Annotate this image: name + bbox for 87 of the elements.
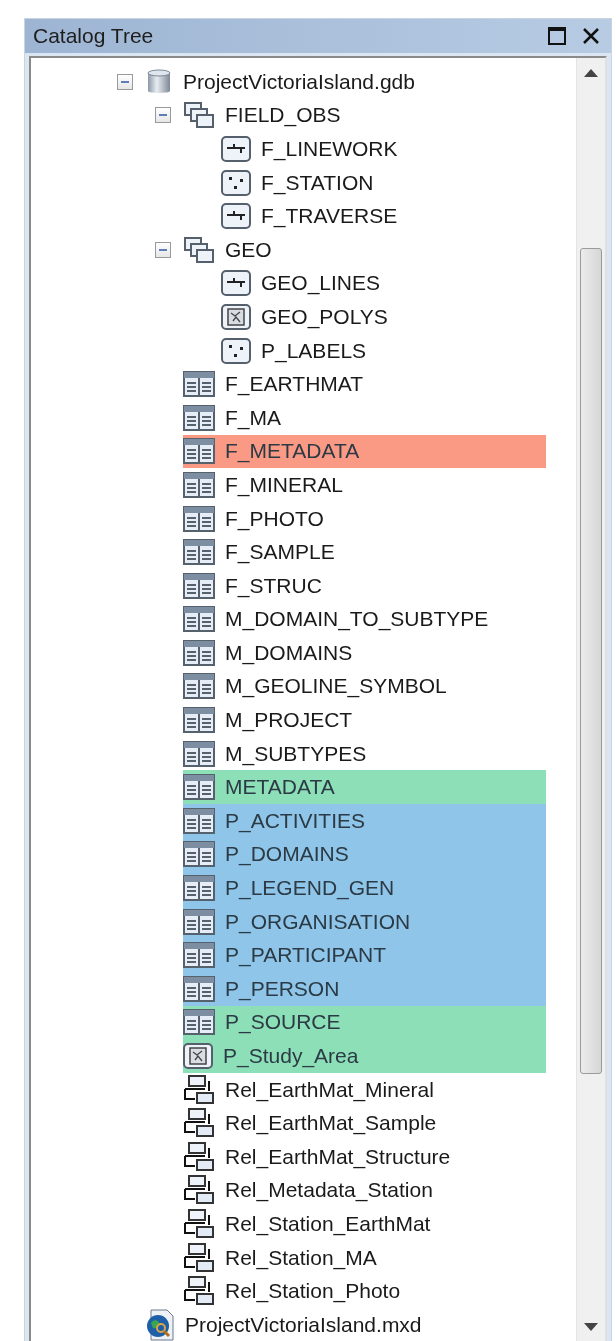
table-icon (183, 606, 215, 633)
table-icon (183, 841, 215, 868)
feature-dataset-icon (183, 235, 215, 264)
relationship-class-icon (183, 1175, 215, 1206)
tree-item[interactable]: F_METADATA (183, 434, 546, 469)
tree-item[interactable]: P_Study_Area (183, 1039, 546, 1073)
tree-item[interactable]: Rel_Station_EarthMat (183, 1207, 546, 1241)
tree-item[interactable]: P_SOURCE (183, 1005, 546, 1040)
tree-item[interactable]: F_STRUC (183, 568, 546, 603)
table-icon (183, 404, 215, 431)
tree-item[interactable]: P_PARTICIPANT (183, 938, 546, 973)
collapse-toggle[interactable] (155, 241, 171, 258)
tree-item[interactable]: F_MA (183, 400, 546, 435)
tree-item[interactable]: Rel_Station_Photo (183, 1274, 546, 1308)
maximize-button[interactable] (545, 24, 569, 48)
table-icon (183, 471, 215, 498)
table-icon (183, 707, 215, 734)
tree-item[interactable]: ProjectVictoriaIsland.mxd (145, 1307, 546, 1341)
table-icon (183, 740, 215, 767)
close-icon (582, 27, 600, 45)
tree-item[interactable]: M_SUBTYPES (183, 736, 546, 771)
scrollbar-thumb[interactable] (580, 248, 602, 1074)
tree-item[interactable]: F_EARTHMAT (183, 367, 546, 401)
feature-dataset-icon (183, 101, 215, 130)
scrollbar[interactable] (576, 58, 605, 1341)
tree-item[interactable]: F_LINEWORK (221, 132, 546, 166)
line-feature-icon (221, 203, 251, 230)
table-icon (183, 673, 215, 700)
tree-item[interactable]: Rel_Metadata_Station (183, 1173, 546, 1208)
tree-item[interactable]: P_LEGEND_GEN (183, 871, 546, 905)
tree-item[interactable]: F_TRAVERSE (221, 199, 546, 233)
table-icon (183, 1009, 215, 1036)
table-icon (183, 807, 215, 834)
tree-item[interactable]: P_ORGANISATION (183, 904, 546, 939)
tree-item[interactable]: F_PHOTO (183, 501, 546, 536)
collapse-toggle[interactable] (155, 107, 171, 124)
map-document-icon (145, 1308, 175, 1341)
table-icon (183, 639, 215, 666)
tree-item[interactable]: M_DOMAINS (183, 636, 546, 670)
relationship-class-icon (183, 1141, 215, 1172)
tree-item[interactable]: F_MINERAL (183, 468, 546, 502)
tree-item[interactable]: Rel_Station_MA (183, 1240, 546, 1275)
point-feature-icon (221, 337, 251, 364)
table-icon (183, 438, 215, 465)
tree-item[interactable]: GEO (183, 232, 546, 267)
relationship-class-icon (183, 1242, 215, 1273)
polygon-feature-icon (221, 303, 251, 330)
tree-item[interactable]: FIELD_OBS (183, 98, 546, 133)
tree-item[interactable]: M_PROJECT (183, 703, 546, 737)
tree-item[interactable]: Rel_EarthMat_Structure (183, 1140, 546, 1174)
tree-item[interactable]: M_DOMAIN_TO_SUBTYPE (183, 602, 546, 637)
table-icon (183, 572, 215, 599)
polygon-feature-icon (183, 1043, 213, 1069)
relationship-class-icon (183, 1276, 215, 1307)
tree-item[interactable]: GEO_POLYS (221, 300, 546, 334)
tree-item[interactable]: Rel_EarthMat_Mineral (183, 1072, 546, 1107)
tree-item[interactable]: M_GEOLINE_SYMBOL (183, 669, 546, 704)
down-arrow-icon (584, 1322, 598, 1331)
tree-item[interactable]: P_DOMAINS (183, 837, 546, 872)
collapse-toggle[interactable] (117, 73, 133, 90)
database-icon (145, 67, 173, 96)
table-icon (183, 539, 215, 566)
table-icon (183, 371, 215, 398)
tree-item[interactable]: F_STATION (221, 165, 546, 200)
table-icon (183, 908, 215, 935)
up-arrow-icon (584, 69, 598, 77)
table-icon (183, 774, 215, 801)
tree-item[interactable]: ProjectVictoriaIsland.gdb (145, 65, 546, 99)
tree-item[interactable]: P_LABELS (221, 333, 546, 368)
tree-item[interactable]: P_ACTIVITIES (183, 804, 546, 838)
tree-item[interactable]: Rel_EarthMat_Sample (183, 1106, 546, 1140)
relationship-class-icon (183, 1108, 215, 1139)
panel-title: Catalog Tree (33, 24, 155, 48)
relationship-class-icon (183, 1074, 215, 1105)
tree-item[interactable]: GEO_LINES (221, 266, 546, 301)
point-feature-icon (221, 169, 251, 196)
table-icon (183, 875, 215, 902)
tree-item[interactable]: METADATA (183, 770, 546, 805)
line-feature-icon (221, 136, 251, 162)
relationship-class-icon (183, 1209, 215, 1239)
table-icon (183, 505, 215, 532)
table-icon (183, 942, 215, 969)
maximize-icon (547, 26, 567, 46)
line-feature-icon (221, 270, 251, 297)
tree-item[interactable]: P_PERSON (183, 972, 546, 1006)
tree-item[interactable]: F_SAMPLE (183, 535, 546, 569)
table-icon (183, 975, 215, 1002)
